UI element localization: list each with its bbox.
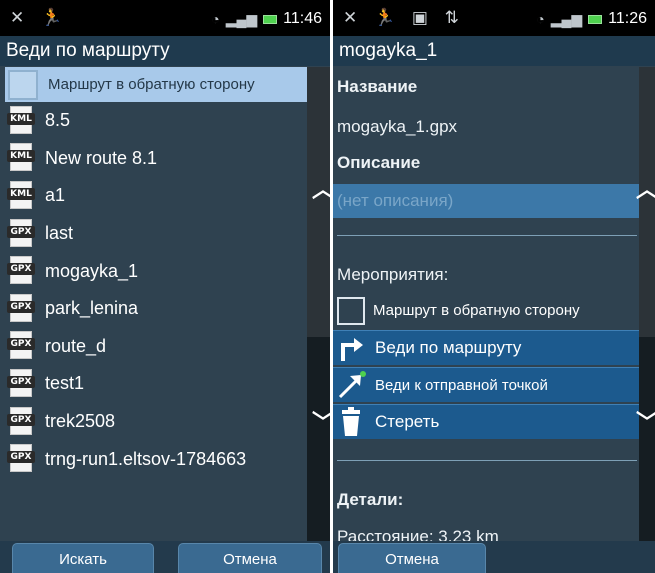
diagonal-arrow-icon [335,369,367,401]
button-bar: Отмена [333,541,655,573]
delete-label: Стереть [375,412,440,431]
go-to-start-button[interactable]: Веди к отправной точкой [333,367,639,402]
route-list-item[interactable]: GPX trek2508 [5,403,307,441]
button-bar: Искать Отмена [0,541,330,573]
scrollbar[interactable] [307,67,330,541]
gpx-file-icon: GPX [7,406,35,437]
description-heading: Описание [337,153,421,172]
trash-icon [335,406,367,438]
search-button[interactable]: Искать [12,543,154,573]
name-value: mogayka_1.gpx [337,117,458,136]
route-name: last [45,223,74,244]
status-time: 11:26 [608,10,647,27]
scrollbar[interactable] [639,67,655,541]
route-picker-screen: ✕ 🏃 ◔ ▂▄▆ 11:46 Веди по маршруту Маршрут… [0,0,330,573]
gpx-file-icon: GPX [7,331,35,361]
status-time: 11:46 [283,10,322,27]
gpx-file-icon: GPX [7,218,35,249]
reverse-route-checkbox[interactable] [337,296,365,325]
reverse-route-checkbox[interactable] [8,69,38,100]
name-heading: Название [337,77,418,96]
route-list: Маршрут в обратную сторону KML 8.5 KML New … [5,67,307,478]
signal-icon: ▂▄▆ [225,10,258,27]
notification-icons: ✕ 🏃 ▣ ⇅ [343,8,465,27]
divider [337,235,637,236]
reverse-route-label: Маршрут в обратную сторону [48,76,255,93]
kml-file-icon: KML [7,180,35,211]
wifi-icon: ◔ [211,11,220,27]
details-heading: Детали: [337,490,404,509]
cancel-button[interactable]: Отмена [338,543,486,573]
scroll-up-icon[interactable]: ︿ [312,172,330,204]
route-name: trek2508 [45,411,116,432]
route-name: route_d [45,335,107,356]
route-name: mogayka_1 [45,260,139,281]
route-list-item[interactable]: GPX last [5,215,307,253]
description-field[interactable]: (нет описания) [333,184,639,218]
route-list-item[interactable]: GPX mogayka_1 [5,252,307,290]
route-name: 8.5 [45,110,71,131]
delete-button[interactable]: Стереть [333,404,639,439]
route-name: New route 8.1 [45,147,158,168]
follow-route-label: Веди по маршруту [375,338,522,357]
cancel-button[interactable]: Отмена [178,543,322,573]
gpx-file-icon: GPX [7,368,35,399]
status-bar: ✕ 🏃 ◔ ▂▄▆ 11:46 [0,0,330,36]
route-list-item[interactable]: KML 8.5 [5,102,307,140]
battery-icon [588,14,603,24]
route-list-item[interactable]: GPX trng-run1.eltsov-1784663 [5,440,307,478]
kml-file-icon: KML [7,105,35,136]
gpx-file-icon: GPX [7,293,35,324]
route-list-item[interactable]: GPX test1 [5,365,307,403]
gpx-file-icon: GPX [7,444,35,474]
route-name: park_lenina [45,298,139,319]
notification-icons: ✕ 🏃 [10,8,69,27]
route-list-item[interactable]: GPX park_lenina [5,290,307,328]
scroll-up-icon[interactable]: ︿ [636,172,655,204]
reverse-route-label: Маршрут в обратную сторону [373,302,580,319]
route-list-item[interactable]: KML a1 [5,177,307,215]
scroll-down-icon[interactable]: ﹀ [636,405,655,437]
page-title: Веди по маршруту [0,36,330,66]
kml-file-icon: KML [7,143,35,173]
route-name: a1 [45,185,66,206]
reverse-route-checkbox-row[interactable]: Маршрут в обратную сторону [5,67,307,102]
follow-route-button[interactable]: Веди по маршруту [333,330,639,365]
divider [337,460,637,461]
battery-icon [263,14,278,24]
route-details: Название mogayka_1.gpx Описание (нет опи… [333,67,639,546]
route-detail-screen: ✕ 🏃 ▣ ⇅ ◔ ▂▄▆ 11:26 mogayka_1 Название m… [333,0,655,573]
signal-icon: ▂▄▆ [550,10,583,27]
wifi-icon: ◔ [536,11,545,27]
go-to-start-label: Веди к отправной точкой [375,376,548,394]
scroll-down-icon[interactable]: ﹀ [312,405,330,437]
actions-heading: Мероприятия: [337,265,449,284]
route-name: test1 [45,373,85,394]
page-title: mogayka_1 [333,36,655,66]
route-list-item[interactable]: GPX route_d [5,328,307,366]
status-bar: ✕ 🏃 ▣ ⇅ ◔ ▂▄▆ 11:26 [333,0,655,36]
turn-right-arrow-icon [335,332,367,364]
reverse-route-row[interactable]: Маршрут в обратную сторону [333,293,639,328]
route-list-item[interactable]: KML New route 8.1 [5,140,307,178]
gpx-file-icon: GPX [7,256,35,286]
route-name: trng-run1.eltsov-1784663 [45,448,247,469]
